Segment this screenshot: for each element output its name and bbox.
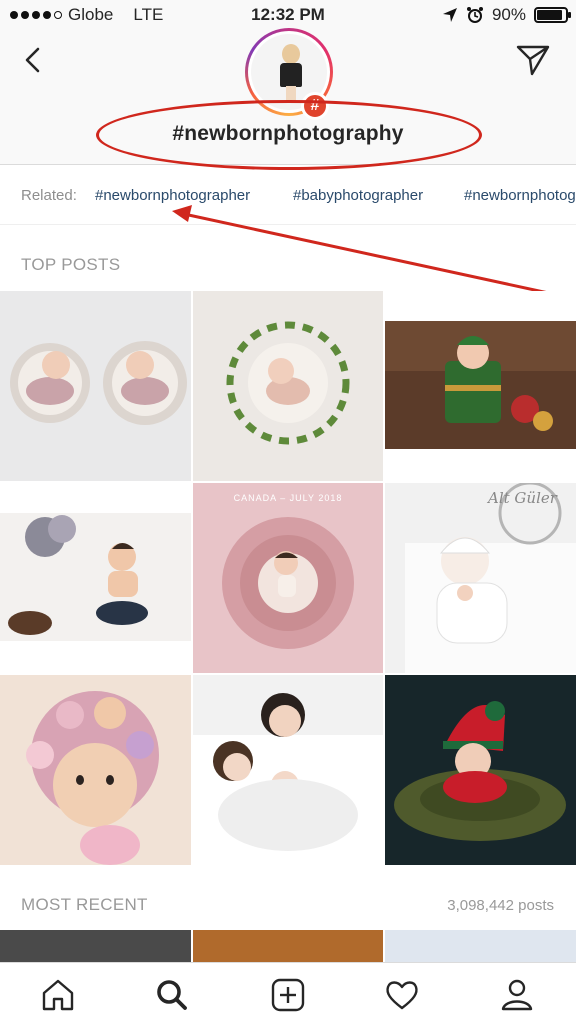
recent-post-thumbnail[interactable] [385,930,576,962]
related-label: Related: [21,187,77,204]
recent-post-thumbnail[interactable] [0,930,191,962]
related-tag[interactable]: #babyphotographer [293,187,423,204]
post-overlay-text: Alt Güler [488,489,557,507]
heart-icon[interactable] [382,975,422,1015]
post-thumbnail[interactable] [385,291,576,481]
related-tag[interactable]: #newbornphotographer [464,187,576,204]
status-bar: Globe LTE 12:32 PM 90% [0,0,576,30]
hashtag-title: #newbornphotography [172,122,404,145]
post-count: 3,098,442 posts [447,897,554,914]
post-overlay-text: CANADA – JULY 2018 [233,493,343,503]
profile-icon[interactable] [497,975,537,1015]
post-thumbnail[interactable] [0,291,191,481]
related-hashtags: Related: #newbornphotographer #babyphoto… [0,165,576,225]
bottom-nav [0,962,576,1024]
post-thumbnail[interactable] [0,483,191,673]
post-thumbnail[interactable] [193,675,383,865]
post-thumbnail[interactable] [193,291,383,481]
battery-icon [534,7,571,23]
battery-percent: 90% [491,5,526,24]
top-posts-title: TOP POSTS [21,255,121,274]
status-right: 90% [442,5,571,25]
related-tag[interactable]: #newbornphotographer [95,187,250,204]
recent-post-thumbnail[interactable] [193,930,383,962]
most-recent-title: MOST RECENT [21,895,148,914]
alarm-icon [466,7,483,23]
location-icon [442,8,457,22]
add-post-icon[interactable] [268,975,308,1015]
post-thumbnail[interactable] [0,675,191,865]
post-thumbnail[interactable] [385,675,576,865]
hashtag-header: # #newbornphotography [0,28,576,170]
home-icon[interactable] [38,975,78,1015]
post-thumbnail[interactable]: CANADA – JULY 2018 [193,483,383,673]
back-button[interactable] [20,46,48,74]
share-send-icon[interactable] [516,44,550,76]
search-icon[interactable] [152,975,192,1015]
post-thumbnail[interactable]: Alt Güler [385,483,576,673]
